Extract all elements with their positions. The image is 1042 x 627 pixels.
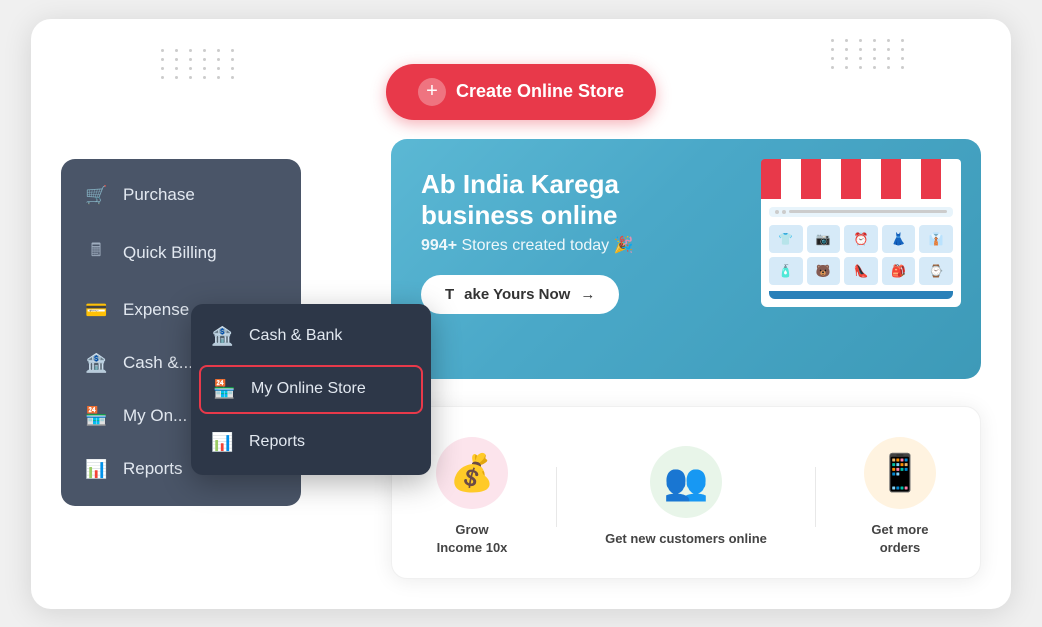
main-banner: Ab India Karega business online 994+ Sto… bbox=[391, 139, 981, 379]
create-store-label: Create Online Store bbox=[456, 81, 624, 102]
arrow-icon: → bbox=[580, 286, 595, 303]
url-line bbox=[789, 210, 947, 213]
product-7: 🐻 bbox=[807, 257, 841, 285]
get-orders-icon-bg: 📱 bbox=[864, 437, 936, 509]
take-yours-label: T bbox=[445, 286, 454, 303]
dropdown-menu: 🏦 Cash & Bank 🏪 My Online Store 📊 Report… bbox=[191, 304, 431, 475]
sidebar-label-cash-bank: Cash &... bbox=[123, 353, 193, 373]
feature-get-orders: 📱 Get moreorders bbox=[864, 437, 936, 557]
phone-icon: 📱 bbox=[878, 452, 923, 494]
product-5: 👔 bbox=[919, 225, 953, 253]
url-dot-1 bbox=[775, 210, 779, 214]
reports-icon-sidebar: 📊 bbox=[85, 459, 107, 480]
grow-income-icon-bg: 💰 bbox=[436, 437, 508, 509]
shop-product-grid: 👕 📷 ⏰ 👗 👔 🧴 🐻 👠 🎒 ⌚ bbox=[769, 225, 953, 285]
get-customers-label: Get new customers online bbox=[605, 530, 767, 548]
product-4: 👗 bbox=[882, 225, 916, 253]
get-customers-icon-bg: 👥 bbox=[650, 446, 722, 518]
feature-grow-income: 💰 GrowIncome 10x bbox=[436, 437, 508, 557]
create-store-button[interactable]: + Create Online Store bbox=[386, 64, 656, 120]
features-section: 💰 GrowIncome 10x 👥 Get new customers onl… bbox=[391, 406, 981, 578]
dropdown-label-reports: Reports bbox=[249, 433, 305, 451]
product-1: 👕 bbox=[769, 225, 803, 253]
billing-icon: 🖩 bbox=[85, 238, 107, 268]
product-3: ⏰ bbox=[844, 225, 878, 253]
sidebar-item-purchase[interactable]: 🛒 Purchase bbox=[61, 169, 301, 222]
expense-icon: 💳 bbox=[85, 300, 107, 321]
dropdown-item-my-online-store[interactable]: 🏪 My Online Store bbox=[199, 365, 423, 414]
feature-divider-1 bbox=[556, 467, 557, 527]
rupee-bag-icon: 💰 bbox=[450, 452, 495, 494]
sidebar-label-purchase: Purchase bbox=[123, 185, 195, 205]
url-dot-2 bbox=[782, 210, 786, 214]
sidebar-label-quick-billing: Quick Billing bbox=[123, 243, 217, 263]
plus-icon: + bbox=[418, 78, 446, 106]
product-8: 👠 bbox=[844, 257, 878, 285]
bank-icon-dropdown: 🏦 bbox=[211, 326, 233, 347]
grow-income-label: GrowIncome 10x bbox=[437, 521, 508, 557]
decorative-dots-left bbox=[161, 49, 241, 109]
dropdown-item-reports[interactable]: 📊 Reports bbox=[191, 418, 431, 467]
dropdown-item-cash-bank[interactable]: 🏦 Cash & Bank bbox=[191, 312, 431, 361]
sidebar-label-reports: Reports bbox=[123, 459, 183, 479]
product-2: 📷 bbox=[807, 225, 841, 253]
feature-divider-2 bbox=[815, 467, 816, 527]
dropdown-label-my-online-store: My Online Store bbox=[251, 380, 366, 398]
product-6: 🧴 bbox=[769, 257, 803, 285]
shop-roof bbox=[761, 159, 961, 199]
sidebar-item-quick-billing[interactable]: 🖩 Quick Billing bbox=[61, 222, 301, 284]
decorative-dots-right bbox=[831, 39, 931, 109]
sidebar-label-my-online-store: My On... bbox=[123, 406, 187, 426]
shop-url-bar bbox=[769, 207, 953, 217]
shop-illustration: 👕 📷 ⏰ 👗 👔 🧴 🐻 👠 🎒 ⌚ bbox=[761, 159, 961, 359]
people-icon: 👥 bbox=[664, 461, 709, 503]
product-9: 🎒 bbox=[882, 257, 916, 285]
take-yours-button[interactable]: Take Yours Now → bbox=[421, 275, 619, 314]
reports-icon-dropdown: 📊 bbox=[211, 432, 233, 453]
dropdown-label-cash-bank: Cash & Bank bbox=[249, 327, 342, 345]
product-10: ⌚ bbox=[919, 257, 953, 285]
store-icon-dropdown: 🏪 bbox=[213, 379, 235, 400]
take-yours-text: ake Yours Now bbox=[464, 286, 570, 303]
main-container: + Create Online Store 🛒 Purchase 🖩 Quick… bbox=[31, 19, 1011, 609]
store-icon-sidebar: 🏪 bbox=[85, 406, 107, 427]
shop-bottom-bar bbox=[769, 291, 953, 299]
get-orders-label: Get moreorders bbox=[871, 521, 928, 557]
shop-body: 👕 📷 ⏰ 👗 👔 🧴 🐻 👠 🎒 ⌚ bbox=[761, 199, 961, 307]
bank-icon-sidebar: 🏦 bbox=[85, 353, 107, 374]
sidebar-label-expense: Expense bbox=[123, 300, 189, 320]
feature-get-customers: 👥 Get new customers online bbox=[605, 446, 767, 548]
cart-icon: 🛒 bbox=[85, 185, 107, 206]
